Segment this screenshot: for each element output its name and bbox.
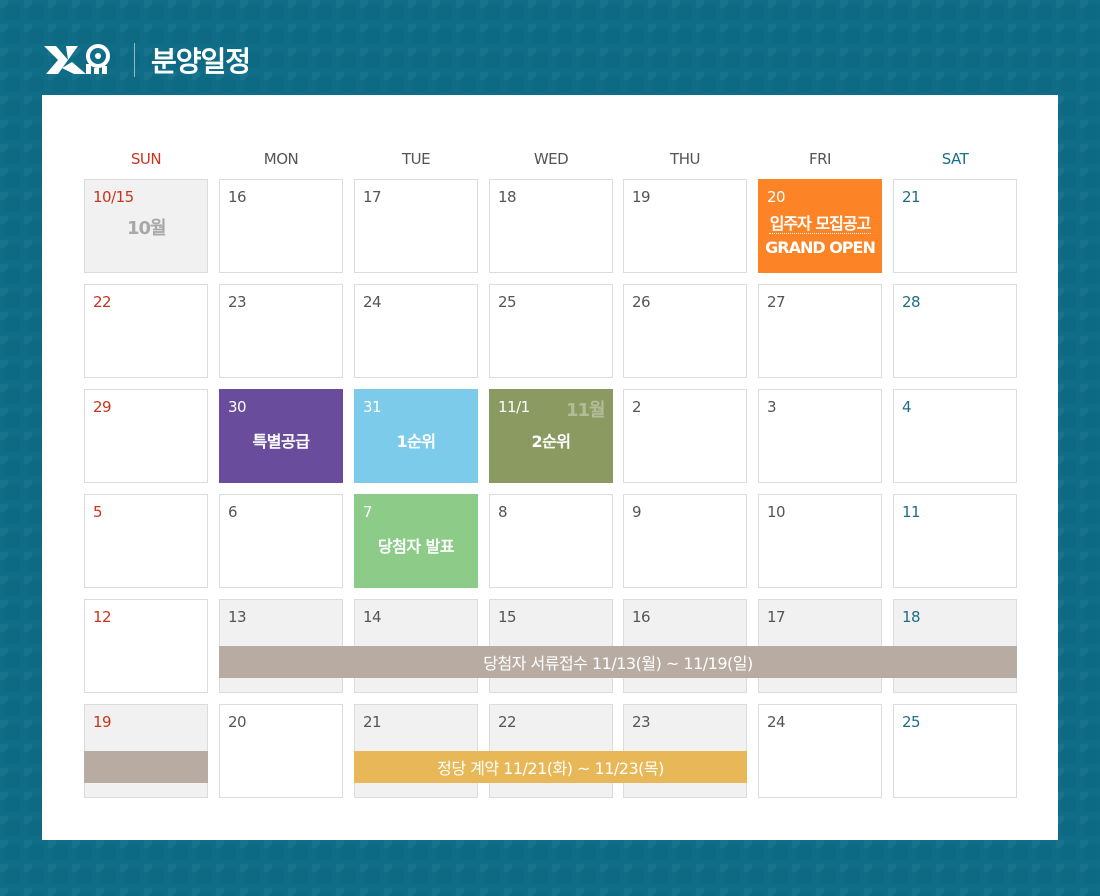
document-submission-bar[interactable]: 당첨자 서류접수 11/13(월) ~ 11/19(일) [219,646,1017,678]
day-cell[interactable]: 31 1순위 [354,389,478,483]
day-cell[interactable]: 25 [489,284,613,378]
day-number: 25 [498,293,517,311]
day-cell[interactable]: 27 [758,284,882,378]
document-submission-bar-continued[interactable] [84,751,208,783]
day-cell[interactable]: 21 [893,179,1017,273]
day-cell[interactable]: 17 [354,179,478,273]
day-number: 31 [363,398,382,416]
day-number: 15 [498,608,517,626]
day-number: 13 [228,608,247,626]
day-cell[interactable]: 23 [219,284,343,378]
day-cell[interactable]: 7 당첨자 발표 [354,494,478,588]
day-number: 3 [767,398,777,416]
month-label-october: 10월 [127,218,167,239]
day-cell[interactable]: 8 [489,494,613,588]
day-number: 24 [363,293,382,311]
day-number: 17 [767,608,786,626]
day-cell[interactable]: 16 [219,179,343,273]
day-cell[interactable]: 22 [84,284,208,378]
day-number: 20 [767,188,786,206]
day-number: 21 [363,713,382,731]
day-number: 22 [93,293,112,311]
first-rank-label: 1순위 [396,432,436,451]
day-number: 23 [632,713,651,731]
day-number: 5 [93,503,103,521]
day-cell[interactable]: 11 [893,494,1017,588]
day-cell[interactable]: 19 [623,179,747,273]
weekday-wed: WED [533,150,569,168]
day-number: 23 [228,293,247,311]
header: 분양일정 [42,38,251,82]
day-cell[interactable]: 30 특별공급 [219,389,343,483]
day-cell[interactable]: 29 [84,389,208,483]
day-cell[interactable]: 6 [219,494,343,588]
day-number: 16 [228,188,247,206]
day-number: 9 [632,503,642,521]
day-number: 18 [498,188,517,206]
day-number: 2 [632,398,642,416]
day-number: 28 [902,293,921,311]
day-cell[interactable]: 3 [758,389,882,483]
day-cell[interactable]: 2 [623,389,747,483]
day-number: 25 [902,713,921,731]
day-cell[interactable]: 11/1 11월 2순위 [489,389,613,483]
announcement-label: 입주자 모집공고 [769,214,872,233]
day-cell[interactable]: 9 [623,494,747,588]
day-number: 10 [767,503,786,521]
contract-bar[interactable]: 정당 계약 11/21(화) ~ 11/23(목) [354,751,747,783]
day-number: 29 [93,398,112,416]
day-number: 12 [93,608,112,626]
weekday-sun: SUN [130,150,162,168]
day-cell[interactable]: 20 입주자 모집공고 GRAND OPEN [758,179,882,273]
day-cell[interactable]: 10/15 10월 [84,179,208,273]
day-number: 24 [767,713,786,731]
grand-open-label: GRAND OPEN [765,238,876,257]
header-divider [134,43,135,77]
day-number: 16 [632,608,651,626]
weekday-tue: TUE [401,150,431,168]
day-cell[interactable]: 24 [354,284,478,378]
day-number: 10/15 [93,188,134,206]
special-supply-label: 특별공급 [252,432,310,451]
day-number: 8 [498,503,508,521]
day-cell[interactable]: 5 [84,494,208,588]
day-number: 19 [93,713,112,731]
weekday-fri: FRI [809,150,831,168]
day-number: 18 [902,608,921,626]
day-number: 27 [767,293,786,311]
weekday-sat: SAT [941,150,969,168]
day-cell[interactable]: 26 [623,284,747,378]
day-cell[interactable]: 12 [84,599,208,693]
second-rank-label: 2순위 [531,432,571,451]
day-cell[interactable]: 18 [489,179,613,273]
xi-logo [44,44,110,74]
day-cell[interactable]: 10 [758,494,882,588]
day-number: 7 [363,503,373,521]
page-title: 분양일정 [151,45,251,78]
day-number: 19 [632,188,651,206]
day-number: 30 [228,398,247,416]
day-number: 11/1 [498,398,530,416]
dotted-divider [769,233,871,234]
day-cell[interactable]: 28 [893,284,1017,378]
day-number: 17 [363,188,382,206]
winner-announcement-label: 당첨자 발표 [377,537,455,556]
day-cell[interactable]: 24 [758,704,882,798]
month-label-november: 11월 [566,400,606,421]
day-cell[interactable]: 20 [219,704,343,798]
day-number: 20 [228,713,247,731]
day-number: 21 [902,188,921,206]
day-number: 22 [498,713,517,731]
weekday-thu: THU [670,150,700,168]
weekday-mon: MON [263,150,299,168]
day-number: 4 [902,398,912,416]
day-number: 26 [632,293,651,311]
day-cell[interactable]: 25 [893,704,1017,798]
day-number: 14 [363,608,382,626]
day-number: 11 [902,503,921,521]
day-number: 6 [228,503,238,521]
day-cell[interactable]: 4 [893,389,1017,483]
